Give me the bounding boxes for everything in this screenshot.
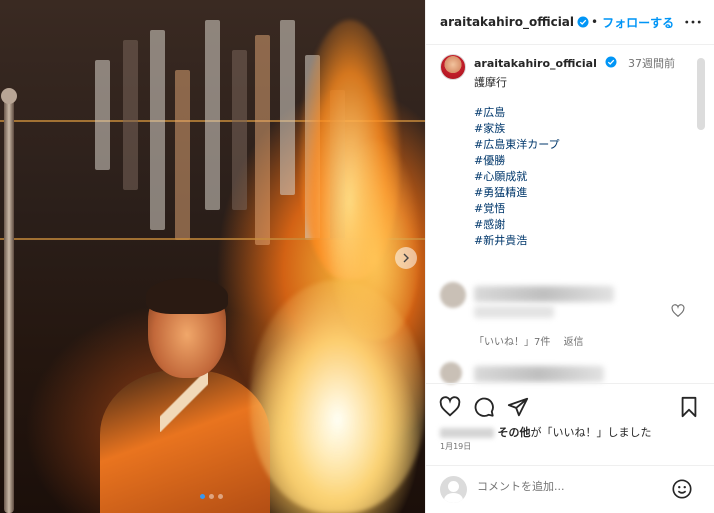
heart-icon[interactable] (439, 396, 461, 418)
metal-pole (4, 92, 14, 513)
hashtag-link[interactable]: #広島 (474, 105, 702, 121)
avatar[interactable] (440, 54, 466, 80)
emoji-smile-icon[interactable] (671, 478, 693, 500)
post-caption: araitakahiro_official 37週間前 護摩行 #広島 #家族 … (440, 52, 702, 249)
comment-like-count[interactable]: 「いいね！」7件 (474, 337, 550, 348)
caption-text: 護摩行 (474, 76, 507, 89)
verified-badge-icon (605, 56, 617, 68)
post-date: 1月19日 (440, 442, 472, 451)
comment-heart-icon[interactable] (671, 304, 685, 318)
hashtag-link[interactable]: #感謝 (474, 217, 702, 233)
likes-summary: その他が「いいね！」しました (440, 424, 652, 440)
post-actions-bar (425, 383, 714, 429)
hashtag-link[interactable]: #家族 (474, 121, 702, 137)
commenter-avatar[interactable] (440, 362, 462, 384)
comment-meta: 「いいね！」7件 返信 (474, 333, 594, 348)
follow-button[interactable]: フォローする (602, 14, 674, 31)
commenter-avatar[interactable] (440, 282, 466, 308)
hashtag-link[interactable]: #勇猛精進 (474, 185, 702, 201)
comment-bubble-icon[interactable] (473, 396, 495, 418)
hashtag-link[interactable]: #心願成就 (474, 169, 702, 185)
hashtag-list: #広島 #家族 #広島東洋カープ #優勝 #心願成就 #勇猛精進 #覚悟 #感謝… (474, 105, 702, 249)
header-username[interactable]: araitakahiro_official (440, 15, 574, 29)
chevron-right-icon (403, 253, 409, 263)
bookmark-icon[interactable] (678, 396, 700, 418)
hashtag-link[interactable]: #広島東洋カープ (474, 137, 702, 153)
carousel-dot (209, 494, 214, 499)
carousel-indicator (200, 494, 223, 499)
reply-button[interactable]: 返信 (564, 337, 584, 348)
carousel-dot (200, 494, 205, 499)
comment-item (440, 362, 620, 384)
likes-others-link[interactable]: その他 (498, 426, 531, 439)
hashtag-link[interactable]: #覚悟 (474, 201, 702, 217)
more-options-icon[interactable] (684, 13, 702, 31)
post-photo (0, 0, 425, 513)
post-header: araitakahiro_official • フォローする (426, 0, 714, 45)
comment-composer (425, 465, 714, 513)
comment-input[interactable] (477, 480, 657, 493)
comments-scrollbar[interactable] (697, 58, 705, 130)
hashtag-link[interactable]: #新井貴浩 (474, 233, 702, 249)
paper-plane-icon[interactable] (507, 396, 529, 418)
caption-username[interactable]: araitakahiro_official (474, 57, 597, 70)
hashtag-link[interactable]: #優勝 (474, 153, 702, 169)
post-time-ago[interactable]: 37週間前 (628, 57, 675, 70)
blurred-comment-text (474, 286, 614, 302)
blurred-comment-text (474, 366, 604, 382)
carousel-dot (218, 494, 223, 499)
pole-finial (1, 88, 17, 104)
carousel-next-button[interactable] (395, 247, 417, 269)
current-user-avatar (440, 476, 467, 503)
verified-badge-icon (577, 16, 589, 28)
blurred-liker-name (440, 428, 494, 438)
